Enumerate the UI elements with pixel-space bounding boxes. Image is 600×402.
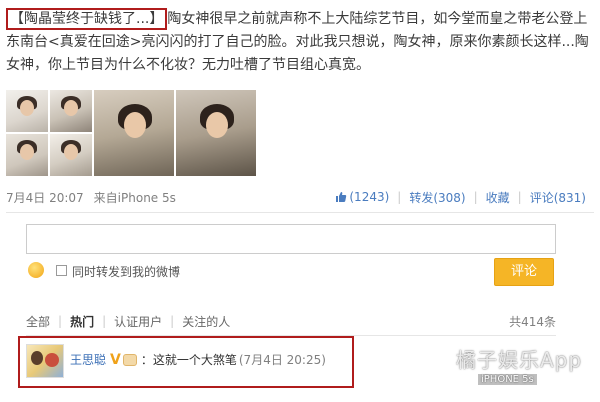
post-image-large[interactable] bbox=[176, 90, 256, 176]
thumbs-up-icon bbox=[336, 192, 347, 202]
thumb-column-2 bbox=[50, 90, 92, 176]
filter-tab-following[interactable]: 关注的人 bbox=[174, 313, 238, 330]
post-image-large[interactable] bbox=[94, 90, 174, 176]
post-text: 【陶晶莹终于缺钱了...】 陶女神很早之前就声称不上大陆综艺节目，如今堂而皇之带老… bbox=[6, 8, 594, 77]
post-time[interactable]: 7月4日 20:07 bbox=[6, 189, 84, 206]
comment-filter-bar: 全部 | 热门 | 认证用户 | 关注的人 共414条 bbox=[26, 313, 556, 329]
watermark: 橘子娱乐App iPHONE 5s bbox=[446, 344, 596, 396]
repost-option-label: 同时转发到我的微博 bbox=[72, 265, 181, 279]
comment-item: 王思聪 V ：这就一个大煞笔 (7月4日 20:25) bbox=[70, 351, 326, 368]
like-button[interactable]: (1243) bbox=[327, 190, 397, 204]
post-image-thumbnail[interactable] bbox=[50, 134, 92, 176]
post-source: 来自iPhone 5s bbox=[93, 190, 176, 205]
comment-time: (7月4日 20:25) bbox=[238, 353, 326, 367]
member-badge-icon bbox=[122, 353, 137, 366]
post-images bbox=[6, 90, 256, 176]
comment-input[interactable] bbox=[26, 224, 556, 254]
favorite-button[interactable]: 收藏 bbox=[478, 189, 518, 206]
emoji-icon[interactable] bbox=[28, 262, 44, 278]
verified-v-icon: V bbox=[110, 351, 121, 368]
comment-text: ：这就一个大煞笔 bbox=[140, 353, 237, 367]
repost-button[interactable]: 转发(308) bbox=[401, 189, 473, 206]
post-image-thumbnail[interactable] bbox=[6, 134, 48, 176]
post-image-thumbnail[interactable] bbox=[50, 90, 92, 132]
comment-total-count: 共414条 bbox=[509, 314, 556, 329]
watermark-text: 橘子娱乐App bbox=[456, 348, 583, 372]
avatar[interactable] bbox=[26, 344, 64, 378]
section-divider bbox=[6, 212, 594, 213]
filter-tab-hot[interactable]: 热门 bbox=[62, 313, 102, 330]
watermark-subtext: iPHONE 5s bbox=[478, 374, 537, 385]
thumb-column-1 bbox=[6, 90, 48, 176]
post-actions: (1243) | 转发(308) | 收藏 | 评论(831) bbox=[327, 189, 594, 206]
submit-comment-button[interactable]: 评论 bbox=[494, 258, 554, 286]
like-count: (1243) bbox=[349, 190, 390, 204]
repost-checkbox[interactable] bbox=[56, 265, 67, 276]
filter-tab-all[interactable]: 全部 bbox=[26, 313, 58, 330]
comment-button[interactable]: 评论(831) bbox=[522, 189, 594, 206]
highlighted-post-title: 【陶晶莹终于缺钱了...】 bbox=[6, 8, 168, 30]
post-image-thumbnail[interactable] bbox=[6, 90, 48, 132]
filter-tab-verified[interactable]: 认证用户 bbox=[106, 313, 170, 330]
post-meta-row: 7月4日 20:07 来自iPhone 5s (1243) | 转发(308) … bbox=[6, 188, 594, 206]
comment-username[interactable]: 王思聪 bbox=[70, 351, 106, 368]
